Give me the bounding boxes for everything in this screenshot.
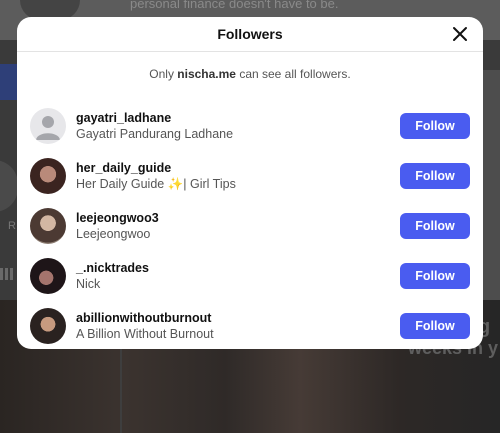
follower-username[interactable]: her_daily_guide	[76, 160, 236, 176]
follower-row[interactable]: _.nicktrades Nick Follow	[17, 251, 483, 301]
default-avatar-icon	[36, 116, 60, 140]
background-bio-text: personal finance doesn't have to be.	[130, 0, 339, 11]
background-button	[0, 64, 18, 100]
followers-dialog: Followers Only nischa.me can see all fol…	[17, 17, 483, 349]
follow-button[interactable]: Follow	[400, 263, 470, 289]
follower-row[interactable]: her_daily_guide Her Daily Guide ✨| Girl …	[17, 151, 483, 201]
avatar[interactable]	[30, 108, 66, 144]
dialog-title: Followers	[217, 26, 283, 42]
notice-prefix: Only	[149, 67, 178, 81]
background-highlight-label: R	[8, 220, 16, 232]
follower-names: gayatri_ladhane Gayatri Pandurang Ladhan…	[76, 110, 233, 143]
follower-username[interactable]: gayatri_ladhane	[76, 110, 233, 126]
avatar[interactable]	[30, 158, 66, 194]
follower-row[interactable]: gayatri_ladhane Gayatri Pandurang Ladhan…	[17, 101, 483, 151]
follower-username[interactable]: _.nicktrades	[76, 260, 149, 276]
close-icon	[453, 27, 467, 41]
dialog-header: Followers	[17, 17, 483, 52]
grid-icon	[0, 268, 14, 280]
follower-full-name: A Billion Without Burnout	[76, 326, 214, 341]
follower-full-name: Her Daily Guide ✨| Girl Tips	[76, 176, 236, 191]
notice-suffix: can see all followers.	[235, 67, 351, 81]
follower-full-name: Nick	[76, 276, 101, 291]
avatar[interactable]	[30, 308, 66, 344]
close-button[interactable]	[449, 23, 471, 45]
notice-account: nischa.me	[177, 67, 236, 81]
follow-button[interactable]: Follow	[400, 213, 470, 239]
follower-names: her_daily_guide Her Daily Guide ✨| Girl …	[76, 160, 236, 193]
follow-button[interactable]: Follow	[400, 113, 470, 139]
follow-button[interactable]: Follow	[400, 313, 470, 339]
follower-names: leejeongwoo3 Leejeongwoo	[76, 210, 159, 243]
follower-username[interactable]: abillionwithoutburnout	[76, 310, 214, 326]
follower-row[interactable]: leejeongwoo3 Leejeongwoo Follow	[17, 201, 483, 251]
avatar[interactable]	[30, 258, 66, 294]
follower-row[interactable]: abillionwithoutburnout A Billion Without…	[17, 301, 483, 349]
avatar[interactable]	[30, 208, 66, 244]
followers-list: gayatri_ladhane Gayatri Pandurang Ladhan…	[17, 101, 483, 349]
follow-button[interactable]: Follow	[400, 163, 470, 189]
follower-names: _.nicktrades Nick	[76, 260, 149, 293]
privacy-notice: Only nischa.me can see all followers.	[17, 67, 483, 81]
follower-username[interactable]: leejeongwoo3	[76, 210, 159, 226]
follower-full-name: Gayatri Pandurang Ladhane	[76, 126, 234, 141]
follower-names: abillionwithoutburnout A Billion Without…	[76, 310, 214, 343]
follower-full-name: Leejeongwoo	[76, 226, 151, 241]
background-highlight	[0, 160, 18, 212]
